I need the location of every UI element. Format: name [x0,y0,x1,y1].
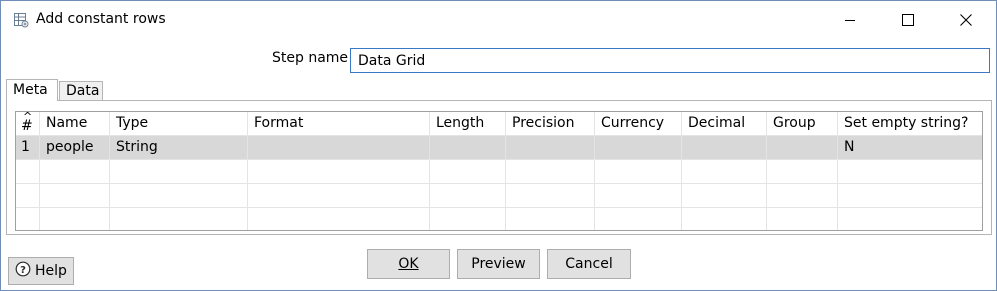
svg-text:?: ? [20,265,26,276]
close-icon [960,14,972,26]
grid-table-icon [13,12,29,28]
column-header-set-empty-string[interactable]: Set empty string? [838,112,982,136]
help-icon: ? [15,261,31,281]
preview-button-label: Preview [471,256,526,272]
cancel-button-label: Cancel [565,256,613,272]
help-button[interactable]: ? Help [8,257,74,285]
column-header-format[interactable]: Format [248,112,430,136]
maximize-button[interactable] [885,1,931,39]
tab-meta-label: Meta [13,82,48,98]
help-button-label: Help [35,263,67,279]
column-header-decimal[interactable]: Decimal [682,112,767,136]
table-row[interactable] [16,208,982,230]
column-header-currency[interactable]: Currency [595,112,682,136]
step-name-label: Step name [272,50,349,66]
column-header-type[interactable]: Type [110,112,248,136]
window-title: Add constant rows [36,11,166,27]
preview-button[interactable]: Preview [457,249,540,279]
tab-meta[interactable]: Meta [6,79,58,101]
column-header-group[interactable]: Group [767,112,838,136]
tab-data[interactable]: Data [59,81,103,101]
minimize-icon [844,14,856,26]
step-name-input[interactable] [350,48,990,73]
tab-data-label: Data [66,83,100,99]
maximize-icon [902,14,914,26]
minimize-button[interactable] [827,1,873,39]
title-bar[interactable]: Add constant rows [1,1,996,39]
column-header-number[interactable]: ^ # [16,112,40,136]
table-row[interactable] [16,160,982,184]
fields-grid[interactable]: ^ # Name Type Format Length Precision Cu… [15,111,983,231]
column-header-name[interactable]: Name [40,112,110,136]
column-header-precision[interactable]: Precision [506,112,595,136]
dialog-window: Add constant rows Step name Meta Data [0,0,997,291]
close-button[interactable] [943,1,989,39]
table-row[interactable]: 1 people String N [16,136,982,160]
grid-header-row: ^ # Name Type Format Length Precision Cu… [16,112,982,136]
column-header-length[interactable]: Length [430,112,506,136]
cancel-button[interactable]: Cancel [547,249,631,279]
ok-button-label: OK [398,256,419,272]
table-row[interactable] [16,184,982,208]
ok-button[interactable]: OK [367,249,450,279]
